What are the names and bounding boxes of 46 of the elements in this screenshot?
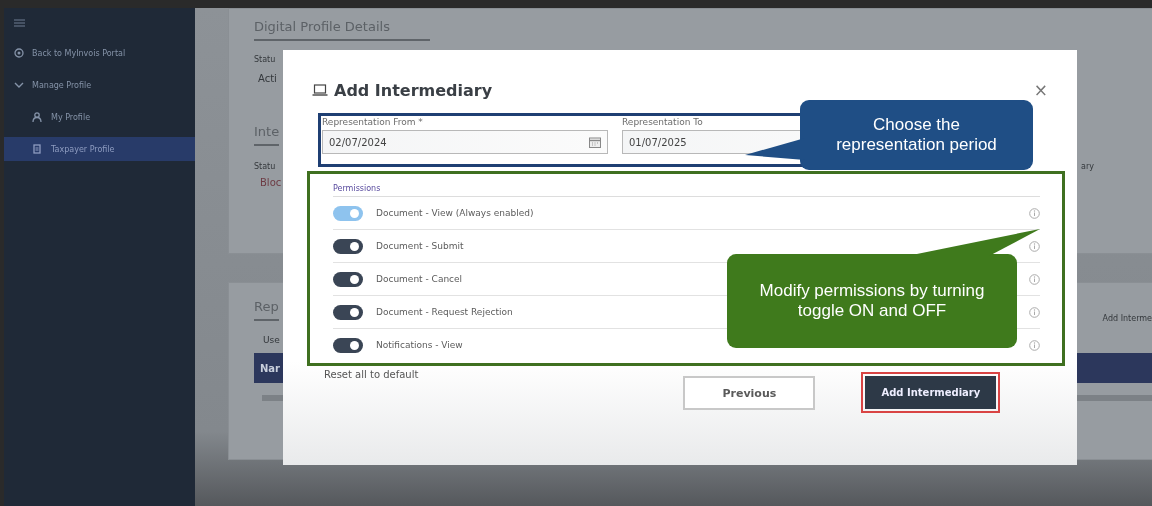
status-value: Bloc — [260, 177, 282, 188]
reset-link[interactable]: Reset all to default — [324, 369, 419, 380]
info-icon[interactable] — [1029, 240, 1040, 252]
back-icon — [14, 48, 24, 58]
section-heading: Digital Profile Details — [254, 19, 430, 41]
permission-label: Notifications - View — [376, 340, 463, 350]
field-label: Statu — [254, 55, 276, 64]
field-label: Representation To — [622, 117, 703, 129]
toggle-switch[interactable] — [333, 304, 363, 320]
section-heading: Rep — [254, 299, 279, 321]
callout-tooltip: Choose the representation period — [745, 100, 1033, 170]
field-label: Use — [263, 335, 280, 345]
column-label: ary — [1081, 162, 1094, 171]
add-button[interactable]: Add Intermediary — [865, 376, 997, 409]
sidebar-item[interactable]: My Profile — [4, 105, 195, 129]
permission-label: Document - Submit — [376, 241, 464, 251]
sidebar-item[interactable]: Back to MyInvois Portal — [4, 41, 195, 65]
sidebar-item[interactable]: Manage Profile — [4, 73, 195, 97]
field-label: Statu — [254, 162, 276, 171]
date-field[interactable]: 02/07/2024 — [322, 130, 608, 154]
section-heading: Inte — [254, 124, 280, 146]
sidebar-item[interactable]: Taxpayer Profile — [4, 137, 195, 161]
menu-icon[interactable] — [14, 19, 25, 27]
add-link[interactable]: Add Interme — [1102, 314, 1152, 323]
calendar-icon[interactable] — [589, 136, 601, 148]
toggle-switch[interactable] — [333, 271, 363, 287]
field-label: Representation From * — [322, 117, 423, 129]
document-icon — [32, 144, 42, 154]
permission-label: Document - View (Always enabled) — [376, 208, 534, 218]
toggle-switch[interactable] — [333, 238, 363, 254]
permission-label: Document - Request Rejection — [376, 307, 513, 317]
dialog-title: Add Intermediary — [334, 80, 493, 100]
chevron-icon — [14, 80, 24, 90]
permission-label: Document - Cancel — [376, 274, 463, 284]
section-label: Permissions — [333, 184, 1040, 197]
laptop-icon — [312, 84, 328, 96]
info-icon[interactable] — [1029, 273, 1040, 285]
toggle-switch[interactable] — [333, 337, 363, 353]
field-value: Acti — [258, 73, 277, 84]
info-icon[interactable] — [1029, 306, 1040, 318]
previous-button[interactable]: Previous — [683, 376, 816, 410]
person-icon — [32, 112, 42, 122]
callout-tooltip: Modify permissions by turning toggle ON and OFF — [727, 229, 1040, 348]
info-icon[interactable] — [1029, 207, 1040, 219]
info-icon[interactable] — [1029, 339, 1040, 351]
close-button[interactable]: × — [1028, 80, 1053, 100]
